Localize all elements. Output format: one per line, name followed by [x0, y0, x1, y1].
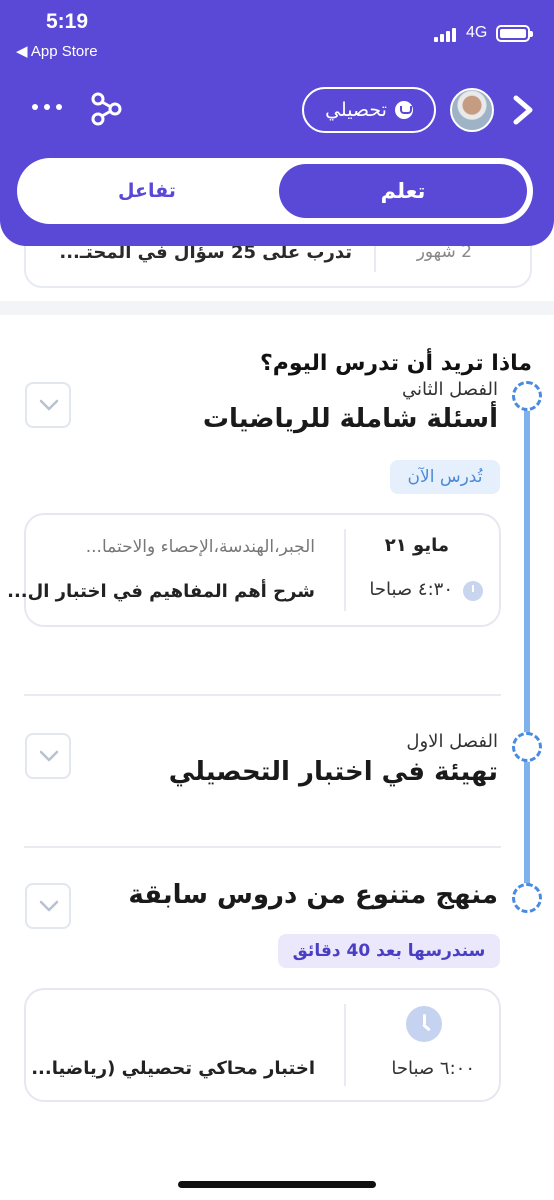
- subject-chip-label: تحصيلي: [325, 99, 387, 121]
- tab-interact[interactable]: تفاعل: [23, 164, 271, 218]
- divider: [24, 694, 501, 696]
- app-header: 5:19 ◀ App Store 4G تحصيلي تعلم تفاعل: [0, 0, 554, 246]
- divider: [24, 846, 501, 848]
- battery-icon: [496, 25, 533, 42]
- section-subtitle: الفصل الاول: [406, 731, 498, 752]
- status-badge: سندرسها بعد 40 دقائق: [278, 934, 500, 968]
- clock-icon: [406, 1006, 442, 1042]
- section-title[interactable]: أسئلة شاملة للرياضيات: [203, 404, 498, 434]
- lesson-description: اختبار محاكي تحصيلي (رياضيا...: [31, 1058, 315, 1079]
- status-time: 5:19: [46, 10, 89, 33]
- chevron-down-icon: [39, 900, 59, 912]
- lesson-date: مايو ٢١: [384, 535, 449, 556]
- lesson-card[interactable]: مايو ٢١ ٤:٣٠ صباحا الجبر،الهندسة،الإحصاء…: [7, 513, 501, 627]
- card-divider: [344, 1004, 346, 1086]
- section-title[interactable]: تهيئة في اختبار التحصيلي: [169, 757, 498, 787]
- card-divider: [344, 529, 346, 611]
- section-toggle[interactable]: [25, 883, 71, 929]
- chevron-down-icon: [39, 750, 59, 762]
- page-question: ماذا تريد أن تدرس اليوم؟: [259, 351, 532, 376]
- chat-icon: [394, 101, 413, 119]
- back-to-app-store[interactable]: ◀ App Store: [16, 42, 98, 60]
- lesson-description: شرح أهم المفاهيم في اختبار ال...: [7, 581, 315, 602]
- section-toggle[interactable]: [25, 733, 71, 779]
- lesson-time: ٦:٠٠ صباحا: [391, 1058, 475, 1079]
- timeline-line: [524, 408, 530, 886]
- timeline-node: [512, 381, 542, 411]
- network-type: 4G: [466, 24, 488, 41]
- home-indicator: [178, 1181, 376, 1188]
- segmented-tabs: تعلم تفاعل: [17, 158, 533, 224]
- share-icon[interactable]: [90, 92, 122, 130]
- lesson-time: ٤:٣٠ صباحا: [369, 579, 453, 600]
- clock-icon: [463, 581, 483, 601]
- avatar[interactable]: [450, 88, 494, 132]
- section-subtitle: الفصل الثاني: [402, 379, 498, 400]
- lesson-card[interactable]: ٦:٠٠ صباحا اختبار محاكي تحصيلي (رياضيا..…: [24, 988, 501, 1102]
- section-toggle[interactable]: [25, 382, 71, 428]
- timeline-node: [512, 883, 542, 913]
- status-badge: تُدرس الآن: [390, 460, 500, 494]
- section-separator: [0, 301, 554, 315]
- chevron-down-icon: [39, 399, 59, 411]
- signal-icon: [434, 26, 460, 42]
- subject-chip[interactable]: تحصيلي: [302, 87, 436, 133]
- tab-learn[interactable]: تعلم: [279, 164, 527, 218]
- status-bar: 5:19 ◀ App Store 4G: [0, 0, 554, 64]
- more-icon[interactable]: [32, 104, 62, 114]
- section-title[interactable]: منهج متنوع من دروس سابقة: [128, 880, 498, 910]
- chevron-right-icon[interactable]: [510, 94, 536, 130]
- timeline-node: [512, 732, 542, 762]
- lesson-topics: الجبر،الهندسة،الإحصاء والاحتما...: [85, 537, 315, 557]
